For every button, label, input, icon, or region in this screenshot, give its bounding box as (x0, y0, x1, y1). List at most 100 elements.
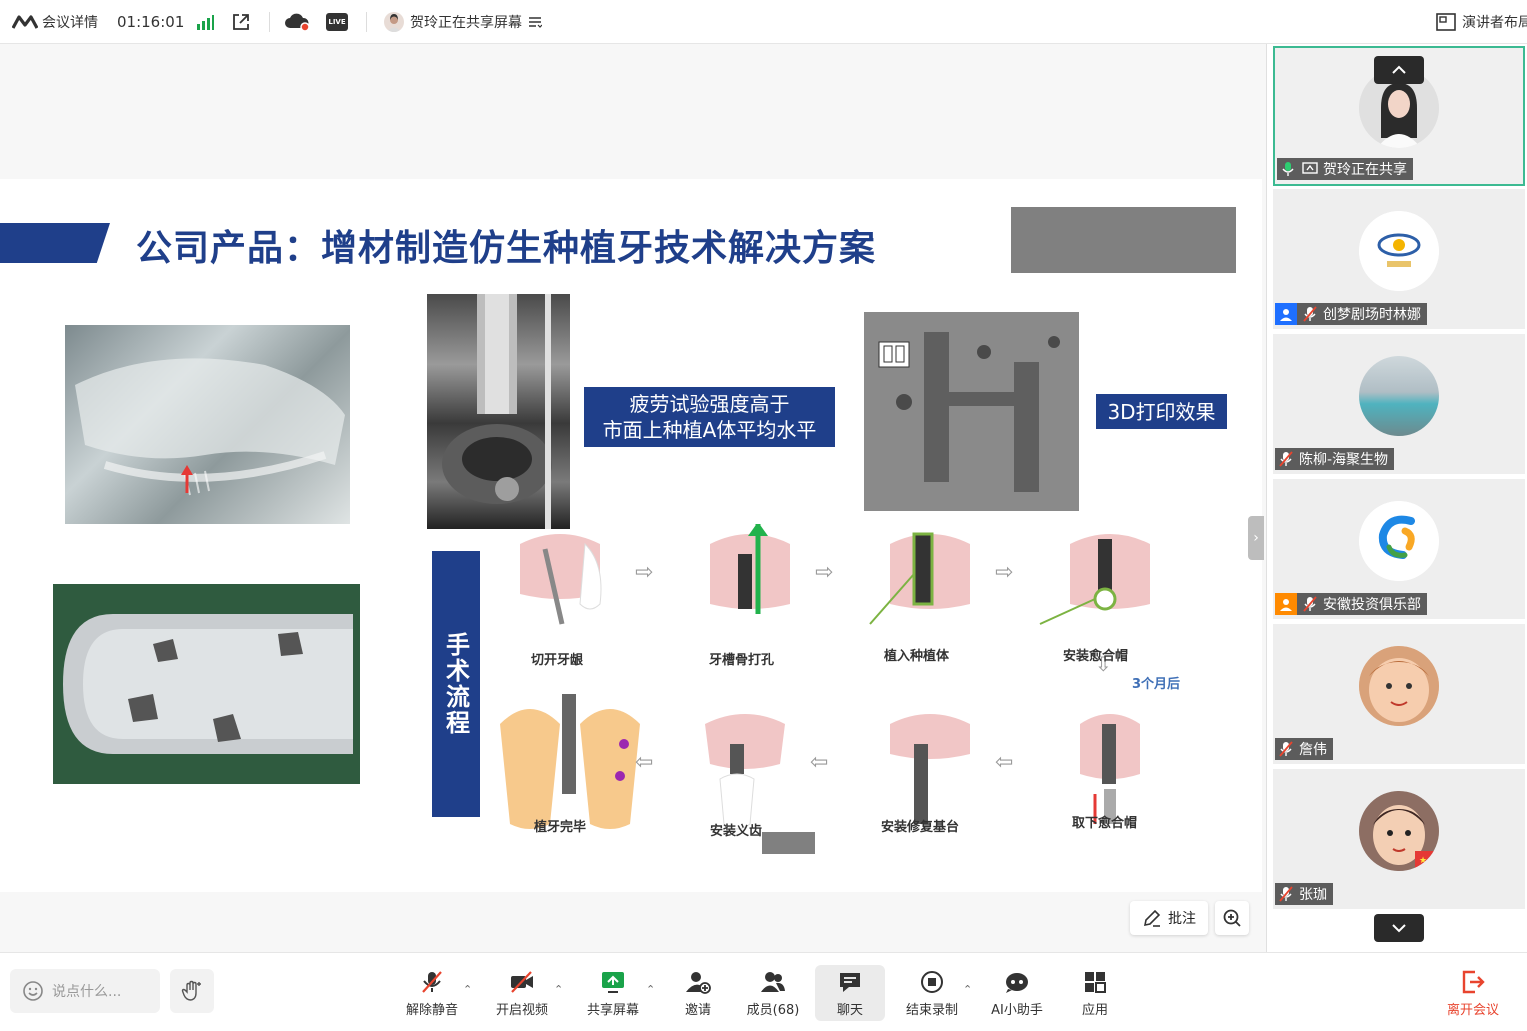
participant-name: 贺玲正在共享 (1323, 162, 1407, 178)
leave-label: 离开会议 (1446, 1002, 1499, 1018)
step-label: 安装修复基台 (881, 820, 960, 835)
participant-name-tag: 创梦剧场时林娜 (1275, 303, 1427, 325)
zoom-in-icon (1223, 909, 1241, 927)
members-label: 成员(68) (746, 1002, 800, 1018)
participant-name: 张珈 (1299, 887, 1327, 903)
svg-text:⇦: ⇦ (810, 750, 828, 775)
emoji-icon[interactable] (22, 980, 44, 1002)
sharer-status-text: 贺玲正在共享屏幕 (410, 15, 522, 31)
step-label: 牙槽骨打孔 (709, 653, 775, 668)
live-icon[interactable]: LIVE (326, 10, 348, 34)
bottom-toolbar: 说点什么... 解除静音 ⌃ 开启视频 ⌃ 共享屏幕 ⌃ 邀请 成员(68) 聊… (0, 952, 1527, 1031)
members-icon (761, 971, 785, 992)
participant-tile[interactable]: ★ 张珈 (1273, 769, 1525, 909)
scroll-up-button[interactable] (1374, 56, 1424, 84)
share-options-caret[interactable]: ⌃ (646, 983, 655, 996)
mic-muted-icon (422, 970, 442, 993)
leave-meeting-button[interactable]: 离开会议 (1438, 965, 1508, 1021)
record-stop-icon (921, 970, 943, 993)
participant-name-tag: 詹伟 (1275, 738, 1333, 760)
step-label: 切开牙龈 (531, 653, 584, 668)
invite-label: 邀请 (684, 1002, 711, 1018)
shared-screen-area: 公司产品：增材制造仿生种植牙技术解决方案 疲劳试验强度高于 市面上种植A体平均水… (0, 44, 1266, 952)
chat-button[interactable]: 聊天 (815, 965, 885, 1021)
annotate-button[interactable]: 批注 (1130, 901, 1208, 935)
surgery-flow-label: 手术流程 (432, 551, 480, 817)
layout-icon (1436, 13, 1456, 31)
svg-text:⇨: ⇨ (815, 560, 833, 585)
participant-avatar (1359, 356, 1439, 436)
video-options-caret[interactable]: ⌃ (554, 983, 563, 996)
step-label: 植牙完毕 (534, 820, 587, 835)
apps-icon (1085, 971, 1106, 993)
svg-text:★: ★ (1419, 856, 1427, 866)
presenter-layout-button[interactable]: 演讲者布局 (1436, 10, 1527, 34)
members-button[interactable]: 成员(68) (740, 965, 806, 1021)
collapse-panel-handle[interactable]: › (1248, 516, 1264, 560)
participant-tile[interactable]: 安徽投资俱乐部 (1273, 479, 1525, 619)
meeting-details-button[interactable]: 会议详情 (12, 12, 98, 32)
unmute-button[interactable]: 解除静音 (400, 965, 464, 1021)
invite-button[interactable]: 邀请 (672, 965, 724, 1021)
ai-assistant-button[interactable]: AI小助手 (985, 965, 1049, 1021)
mic-muted-icon (1301, 305, 1319, 323)
share-screen-button[interactable]: 共享屏幕 (580, 965, 646, 1021)
participant-name-tag: 张珈 (1275, 883, 1333, 905)
signal-strength-icon[interactable] (196, 10, 214, 34)
raise-hand-button[interactable] (170, 969, 214, 1013)
ai-assistant-icon (1006, 972, 1028, 993)
presenter-layout-label: 演讲者布局 (1462, 15, 1527, 31)
participant-tile[interactable]: 陈柳-海聚生物 (1273, 334, 1525, 474)
participant-name: 詹伟 (1299, 742, 1327, 758)
sharer-status[interactable]: 贺玲正在共享屏幕 (384, 10, 542, 34)
popout-icon[interactable] (231, 10, 251, 34)
zoom-in-button[interactable] (1215, 901, 1249, 935)
chat-icon (840, 972, 860, 992)
camera-off-icon (511, 970, 533, 993)
participant-tile[interactable]: 詹伟 (1273, 624, 1525, 764)
step-label: 取下愈合帽 (1072, 816, 1138, 831)
participant-tile[interactable]: 创梦剧场时林娜 (1273, 189, 1525, 329)
participant-name-tag: 陈柳-海聚生物 (1275, 448, 1395, 470)
timer-text: 01:16:01 (117, 13, 185, 31)
redaction-block (762, 832, 815, 854)
xray-photo (65, 325, 350, 524)
screen-share-icon (1301, 160, 1319, 178)
redaction-block (1011, 207, 1236, 273)
fatigue-caption: 疲劳试验强度高于 市面上种植A体平均水平 (584, 387, 835, 447)
sharer-menu-icon[interactable] (528, 16, 542, 28)
cloud-recording-icon[interactable] (284, 10, 310, 34)
participant-name-tag: 安徽投资俱乐部 (1275, 593, 1427, 615)
user-icon (1275, 593, 1297, 615)
pen-icon (1143, 909, 1161, 927)
start-video-label: 开启视频 (495, 1002, 548, 1018)
participant-avatar (1359, 646, 1439, 726)
apps-button[interactable]: 应用 (1070, 965, 1120, 1021)
mic-muted-icon (1301, 595, 1319, 613)
chevron-down-icon (1392, 924, 1406, 933)
mic-muted-icon (1277, 885, 1295, 903)
mic-muted-icon (1277, 740, 1295, 758)
slide-title: 公司产品：增材制造仿生种植牙技术解决方案 (136, 228, 877, 269)
mic-active-icon (1279, 160, 1297, 178)
sharer-avatar (384, 12, 404, 32)
quick-chat-input[interactable]: 说点什么... (10, 969, 160, 1013)
chevron-up-icon (1392, 65, 1406, 74)
participant-name: 安徽投资俱乐部 (1323, 597, 1421, 613)
end-recording-button[interactable]: 结束录制 (900, 965, 964, 1021)
participant-avatar (1359, 211, 1439, 291)
recording-options-caret[interactable]: ⌃ (963, 983, 972, 996)
user-icon (1275, 303, 1297, 325)
unmute-label: 解除静音 (405, 1002, 458, 1018)
share-screen-label: 共享屏幕 (586, 1002, 639, 1018)
scroll-down-button[interactable] (1374, 914, 1424, 942)
3d-print-photo (864, 312, 1079, 511)
participant-avatar: ★ (1359, 791, 1439, 871)
implant-tray-photo (53, 584, 360, 784)
svg-text:⇨: ⇨ (635, 560, 653, 585)
annotate-label: 批注 (1168, 911, 1196, 927)
ai-assistant-label: AI小助手 (991, 1002, 1043, 1018)
fatigue-test-photo (427, 294, 570, 529)
start-video-button[interactable]: 开启视频 (490, 965, 554, 1021)
audio-options-caret[interactable]: ⌃ (463, 983, 472, 996)
